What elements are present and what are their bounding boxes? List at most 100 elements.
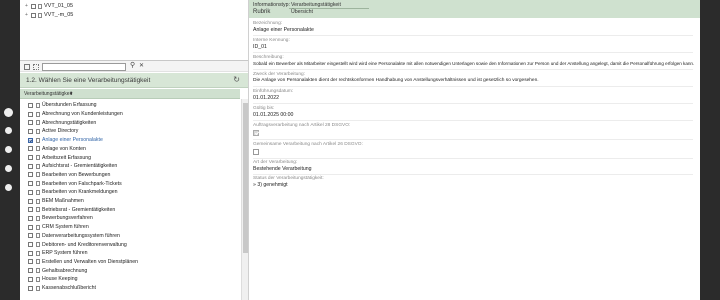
activity-item[interactable]: Bewerbungsverfahren [28,214,93,223]
activity-item[interactable]: Datenverarbeitungssystem führen [28,232,120,241]
activity-item[interactable]: ERP System führen [28,249,87,258]
activity-label: Aufsichtsrat - Gremientätigkeiten [42,163,118,170]
divider [253,174,693,175]
activity-item[interactable]: Anlage einer Personalakte [28,136,103,145]
activity-label: Anlage einer Personalakte [42,137,103,144]
field-value: ID_01 [253,44,267,50]
activity-checkbox[interactable] [28,276,33,282]
activity-checkbox[interactable] [28,111,33,117]
document-icon [35,259,40,265]
activity-item[interactable]: Debitoren- und Kreditorenverwaltung [28,240,127,249]
document-icon [35,163,40,169]
document-icon [35,276,40,282]
activity-item[interactable]: Bearbeiten von Bewerbungen [28,171,110,180]
activity-checkbox[interactable] [28,181,33,187]
field-description: Beschreibung: Sobald ein Bewerber als Mi… [253,55,697,68]
rubric-value[interactable]: Übersicht [291,9,313,15]
activity-item[interactable]: Abrechnungstätigkeiten [28,118,96,127]
activity-checkbox[interactable] [28,198,33,204]
activity-checkbox[interactable] [28,285,33,291]
sort-arrow-icon[interactable]: ▾ [70,91,73,97]
refresh-icon[interactable]: ↻ [233,75,240,84]
activity-label: Bewerbungsverfahren [42,215,93,222]
activity-checkbox[interactable] [28,242,33,248]
divider [253,120,693,121]
step-title: 1.2. Wählen Sie eine Verarbeitungstätigk… [26,77,151,84]
activity-checkbox[interactable] [28,172,33,178]
expand-icon[interactable]: + [24,12,29,18]
activity-item[interactable]: Bearbeiten von Krankmeldungen [28,188,118,197]
activity-label: Anlage von Konten [42,145,86,152]
document-icon [35,172,40,178]
list-view-icon[interactable] [33,64,39,70]
field-value: Anlage einer Personalakte [253,27,314,33]
activity-item[interactable]: Kassenabschlußbericht [28,284,96,293]
column-header[interactable]: Verarbeitungstätigkeit ▾ [20,89,240,99]
activity-item[interactable]: CRM System führen [28,223,89,232]
activity-label: Bearbeiten von Falschpark-Tickets [42,180,122,187]
activity-item[interactable]: Erstellen und Verwalten von Dienstplänen [28,258,138,267]
tree-item-label: VVT_01_05 [44,3,74,9]
activity-checkbox[interactable] [28,224,33,230]
activity-checkbox[interactable] [28,207,33,213]
activity-label: Bearbeiten von Bewerbungen [42,171,111,178]
activity-item[interactable]: Aufsichtsrat - Gremientätigkeiten [28,162,117,171]
search-icon[interactable]: ⚲ [130,61,135,69]
activity-item[interactable]: Betriebsrat - Gremientätigkeiten [28,205,115,214]
field-value: » 3) genehmigt [253,182,288,188]
activity-label: Gehaltsabrechnung [42,267,88,274]
activity-item[interactable]: Arbeitszeit Erfassung [28,153,91,162]
activity-checkbox[interactable] [28,259,33,265]
rubric-label: Rubrik [253,9,271,15]
activity-checkbox[interactable] [28,137,33,143]
checkbox[interactable] [31,12,36,18]
document-icon [35,102,40,108]
activity-checkbox[interactable] [28,128,33,134]
activity-item[interactable]: Überstunden Erfassung [28,101,97,110]
gemeinsam-checkbox[interactable] [253,149,259,155]
tree-item[interactable]: + VVT_-m_05 [24,11,73,19]
activity-checkbox[interactable] [28,102,33,108]
dot-icon [5,184,12,191]
activity-checkbox[interactable] [28,120,33,126]
list-scrollbar[interactable] [241,99,248,300]
field-purpose: Zweck der Verarbeitung: Die Anlage von P… [253,72,697,85]
field-label: Gemeinsame Verarbeitung nach Artikel 26 … [253,142,363,147]
activity-item[interactable]: House Keeping [28,275,77,284]
activity-checkbox[interactable] [28,163,33,169]
activity-checkbox[interactable] [28,215,33,221]
activity-item[interactable]: Active Directory [28,127,78,136]
document-icon [38,3,42,9]
activity-checkbox[interactable] [28,146,33,152]
field-value: Die Anlage von Personalakten dient der r… [253,78,539,83]
column-label: Verarbeitungstätigkeit [24,91,73,97]
activity-item[interactable]: Anlage von Konten [28,145,86,154]
activity-item[interactable]: Gehaltsabrechnung [28,266,87,275]
tree-item[interactable]: + VVT_01_05 [24,2,73,10]
activity-item[interactable]: BEM Maßnahmen [28,197,84,206]
document-icon [35,268,40,274]
divider [253,86,693,87]
activity-checkbox[interactable] [28,268,33,274]
clear-icon[interactable]: ✕ [139,62,144,69]
search-input[interactable] [42,63,126,71]
auftrag-checkbox[interactable] [253,130,259,136]
activity-item[interactable]: Bearbeiten von Falschpark-Tickets [28,179,122,188]
activity-checkbox[interactable] [28,233,33,239]
activity-item[interactable]: Abrechnung von Kundenleistungen [28,110,123,119]
activity-checkbox[interactable] [28,155,33,161]
activity-checkbox[interactable] [28,189,33,195]
activity-checkbox[interactable] [28,250,33,256]
activity-label: BEM Maßnahmen [42,198,84,205]
field-valid-until: Gültig bis: 01.01.2025 00:00 [253,106,293,119]
document-icon [35,207,40,213]
dot-icon [4,108,13,117]
tree-view-icon[interactable] [24,64,30,70]
activity-list: Überstunden Erfassung Abrechnung von Kund… [20,101,240,300]
field-gemeinsam: Gemeinsame Verarbeitung nach Artikel 26 … [253,142,363,155]
dot-icon [5,127,12,134]
dot-icon [5,146,12,153]
document-icon [35,189,40,195]
expand-icon[interactable]: + [24,3,29,9]
checkbox[interactable] [31,3,36,9]
